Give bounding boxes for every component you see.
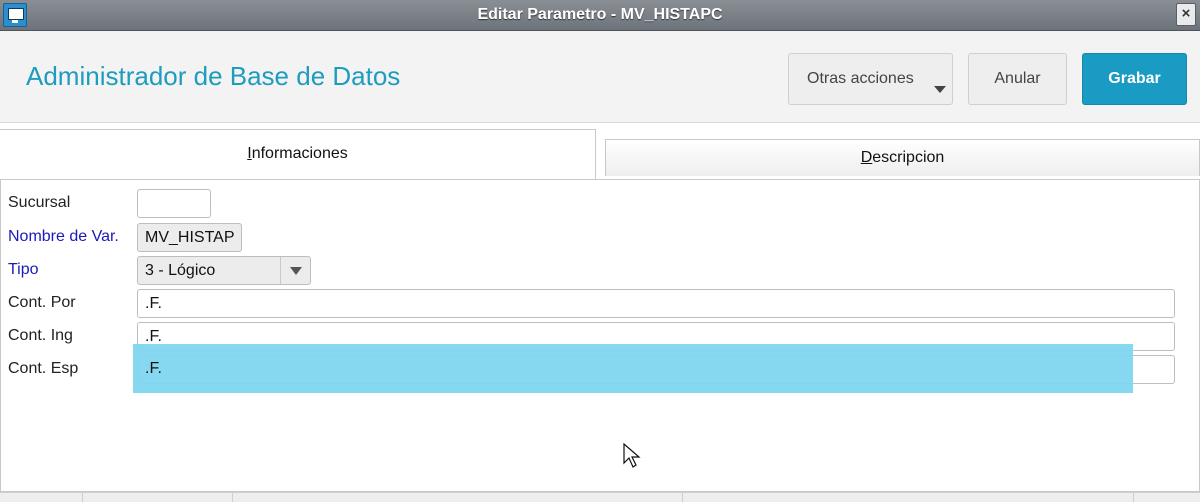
status-separator [1133,493,1134,502]
tab-descripcion-label: escripcion [872,149,945,166]
status-separator [82,493,83,502]
sucursal-label: Sucursal [8,194,71,211]
tab-descripcion-accesskey: D [860,149,873,166]
cont-ing-label: Cont. Ing [8,327,73,344]
tipo-select[interactable]: 3 - Lógico [137,256,311,285]
page-header: Administrador de Base de Datos Otras acc… [0,31,1200,123]
cancel-button[interactable]: Anular [968,53,1067,105]
cont-por-field[interactable]: .F. [137,289,1175,318]
page-title: Administrador de Base de Datos [26,61,401,91]
status-bar [0,492,1200,502]
window-title: Editar Parametro - MV_HISTAPC [477,6,723,23]
chevron-down-icon [934,86,946,93]
cont-por-label: Cont. Por [8,294,76,311]
nombre-var-label: Nombre de Var. [8,228,119,245]
tipo-select-value: 3 - Lógico [145,262,216,279]
mouse-pointer-icon [623,443,641,468]
sucursal-field[interactable] [137,189,211,218]
tab-informaciones[interactable]: Informaciones [0,129,596,180]
more-actions-label: Otras acciones [807,70,914,87]
nombre-var-field[interactable]: MV_HISTAP [137,223,242,252]
close-button[interactable]: × [1176,3,1196,26]
status-separator [232,493,233,502]
tipo-label: Tipo [8,261,39,278]
save-button[interactable]: Grabar [1082,53,1187,105]
status-separator [682,493,683,502]
tab-descripcion[interactable]: Descripcion [605,139,1200,176]
dropdown-arrow-icon[interactable] [280,257,310,284]
more-actions-button[interactable]: Otras acciones [788,53,953,105]
cont-esp-label: Cont. Esp [8,360,79,377]
window-title-bar: Editar Parametro - MV_HISTAPC × [0,0,1200,31]
tab-informaciones-label: nformaciones [251,145,348,162]
selection-highlight [133,344,1133,393]
cont-esp-value: .F. [145,360,162,377]
